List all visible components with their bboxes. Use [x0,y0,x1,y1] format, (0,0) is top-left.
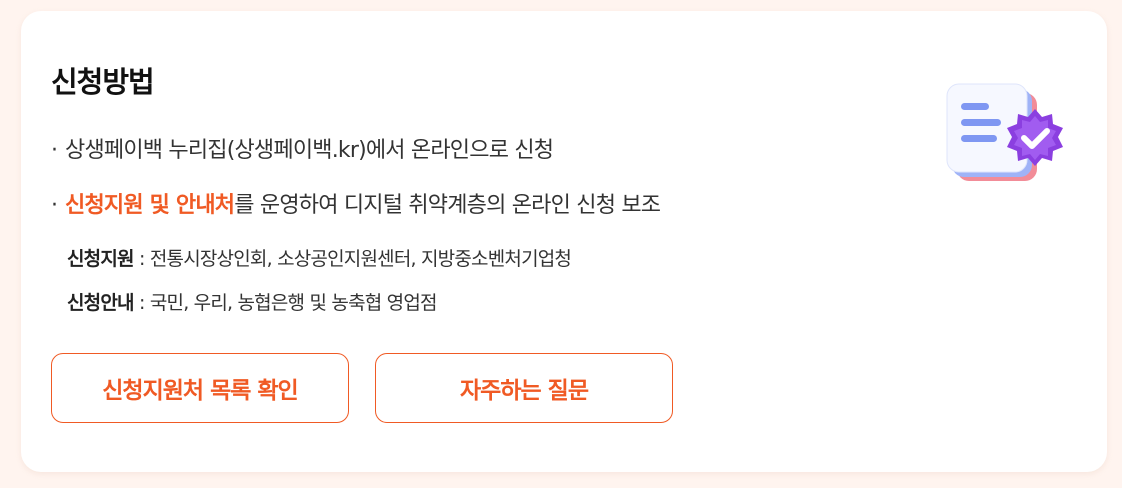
detail-guidance: 신청안내 : 국민, 우리, 농협은행 및 농축협 영업점 [67,288,438,315]
verified-document-icon [943,81,1063,191]
bullet-text: 를 운영하여 디지털 취약계층의 온라인 신청 보조 [234,193,661,218]
detail-label: 신청안내 [67,292,135,314]
bullet-dot: · [51,193,58,218]
detail-label: 신청지원 [67,248,135,270]
detail-text: 국민, 우리, 농협은행 및 농축협 영업점 [149,292,438,314]
section-title: 신청방법 [51,65,155,99]
detail-text: 전통시장상인회, 소상공인지원센터, 지방중소벤처기업청 [149,248,572,270]
detail-separator: : [133,248,150,270]
support-list-button[interactable]: 신청지원처 목록 확인 [51,353,349,423]
application-method-card: 신청방법 · 상생페이백 누리집(상생페이백.kr)에서 온라인으로 신청 · 신청… [21,11,1107,472]
highlight-support-text: 신청지원 및 안내처 [65,193,235,218]
bullet-dot: · [51,138,58,163]
detail-support: 신청지원 : 전통시장상인회, 소상공인지원센터, 지방중소벤처기업청 [67,244,572,271]
faq-button[interactable]: 자주하는 질문 [375,353,673,423]
bullet-support-centers: · 신청지원 및 안내처를 운영하여 디지털 취약계층의 온라인 신청 보조 [51,187,661,219]
detail-separator: : [133,292,150,314]
bullet-text: 상생페이백 누리집(상생페이백.kr)에서 온라인으로 신청 [65,138,554,163]
bullet-online-application: · 상생페이백 누리집(상생페이백.kr)에서 온라인으로 신청 [51,132,554,164]
